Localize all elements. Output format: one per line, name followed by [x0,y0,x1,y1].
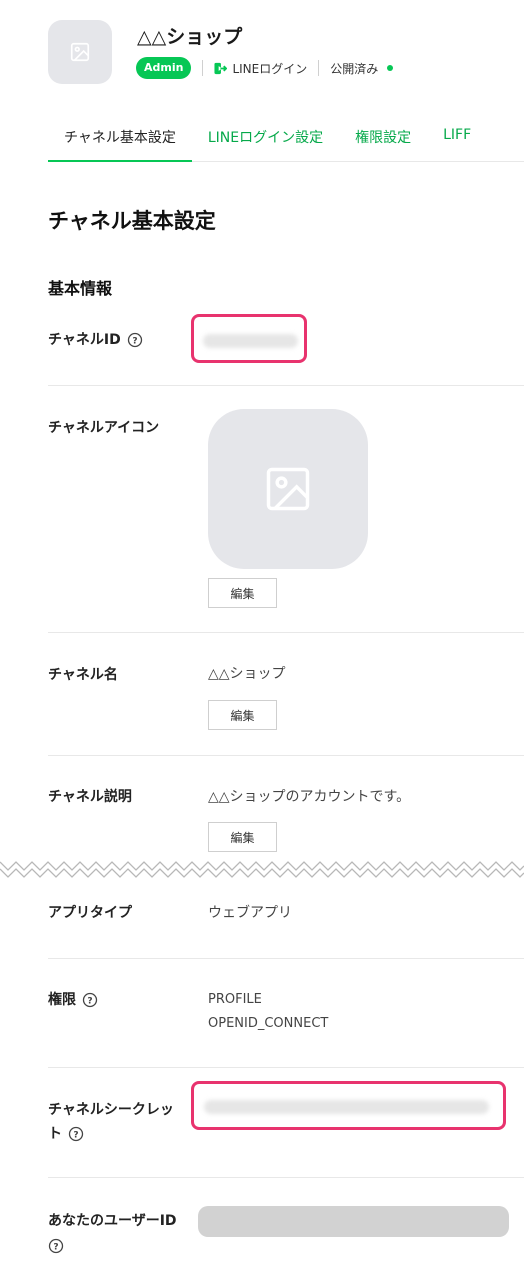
channel-title: △△ショップ [137,26,243,48]
section-title: 基本情報 [48,279,113,298]
row-divider [48,1067,524,1068]
help-icon[interactable]: ? [82,992,98,1008]
user-id-value-redacted [198,1206,509,1237]
channel-name-label: チャネル名 [48,667,118,683]
tab-permission-settings[interactable]: 権限設定 [339,114,427,162]
permissions-label: 権限? [48,989,98,1011]
app-type-value: ウェブアプリ [208,905,292,921]
content-cut-separator [0,852,524,886]
help-icon[interactable]: ? [68,1126,84,1142]
page-title: チャネル基本設定 [48,209,216,233]
help-icon[interactable]: ? [48,1238,64,1254]
admin-badge: Admin [136,57,192,79]
login-type-label: LINEログイン [232,61,308,76]
tab-line-login-settings[interactable]: LINEログイン設定 [192,114,339,162]
channel-id-label-text: チャネルID [48,332,121,348]
user-id-help: ? [48,1235,64,1257]
channel-icon-edit-button[interactable]: 編集 [208,578,277,608]
channel-id-highlight [191,314,307,363]
svg-text:?: ? [53,1243,58,1253]
tab-liff[interactable]: LIFF [427,114,487,162]
permissions-label-text: 権限 [48,992,76,1008]
permission-value: PROFILE [208,992,262,1007]
channel-description-value: △△ショップのアカウントです。 [208,789,411,805]
tab-basic-settings[interactable]: チャネル基本設定 [48,114,192,162]
svg-text:?: ? [87,997,92,1007]
row-divider [48,755,524,756]
row-divider [48,385,524,386]
meta-divider [318,60,320,76]
channel-id-label: チャネルID? [48,329,143,351]
channel-description-edit-button[interactable]: 編集 [208,822,277,852]
row-divider [48,632,524,633]
meta-divider [202,60,204,76]
settings-tabs: チャネル基本設定 LINEログイン設定 権限設定 LIFF [48,114,524,162]
permission-value: OPENID_CONNECT [208,1016,329,1031]
svg-text:?: ? [73,1131,78,1141]
status-dot [387,65,394,71]
row-divider [48,958,524,959]
channel-icon-image [208,409,368,569]
channel-thumbnail [48,20,112,84]
channel-meta: Admin LINEログイン 公開済み [136,57,394,79]
line-login-icon [214,62,228,75]
channel-header: △△ショップ Admin LINEログイン 公開済み [48,20,508,90]
image-placeholder-icon [266,467,310,511]
image-placeholder-icon [70,42,90,62]
publish-status: 公開済み [330,61,379,76]
channel-name-value: △△ショップ [208,666,286,682]
help-icon[interactable]: ? [127,332,143,348]
user-id-label: あなたのユーザーID [48,1213,177,1229]
channel-icon-label: チャネルアイコン [48,420,160,436]
channel-secret-label-line1: チャネルシークレッ [48,1102,174,1118]
app-type-label: アプリタイプ [48,905,132,921]
channel-description-label: チャネル説明 [48,789,132,805]
channel-name-edit-button[interactable]: 編集 [208,700,277,730]
row-divider [48,1177,524,1178]
channel-secret-label-text: ト [48,1126,62,1142]
svg-text:?: ? [132,337,137,347]
channel-secret-label-line2: ト? [48,1123,84,1145]
channel-secret-highlight [191,1081,506,1130]
